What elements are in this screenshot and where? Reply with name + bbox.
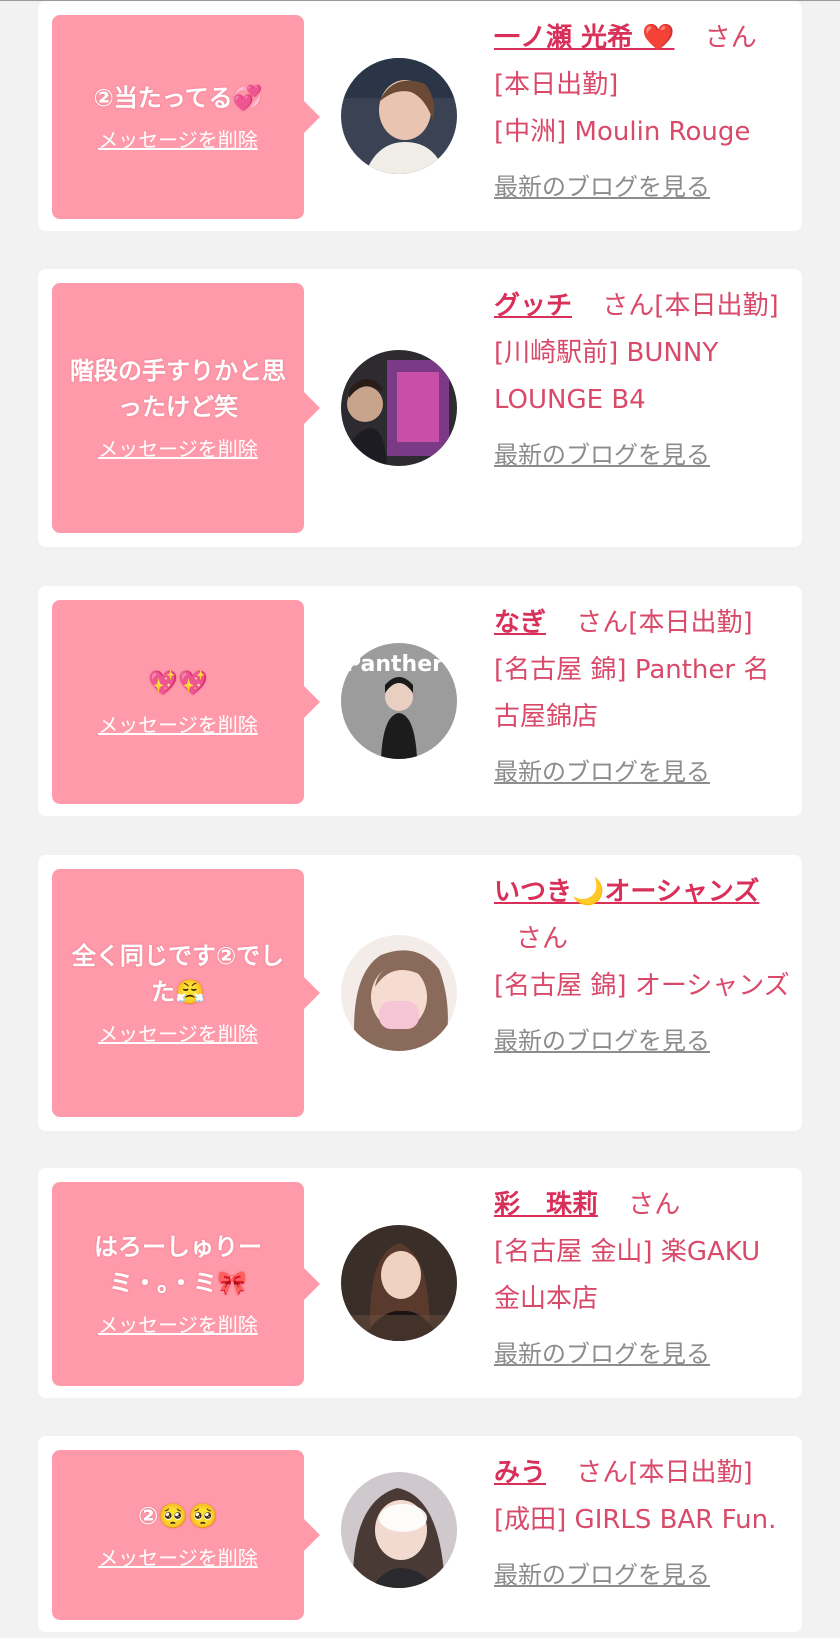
- message-bubble: 💖💖 メッセージを削除: [52, 600, 320, 804]
- profile-photo-icon: [341, 1472, 457, 1588]
- cast-info: いつき🌙オーシャンズ さん [名古屋 錦] オーシャンズ 最新のブログを見る: [494, 869, 794, 1065]
- message-bubble: はろーしゅりーミ・。・ミ🎀 メッセージを削除: [52, 1182, 320, 1386]
- honorific: さん: [704, 23, 757, 53]
- cast-info: 一ノ瀬 光希 ❤️ さん [本日出勤] [中洲] Moulin Rouge 最新…: [494, 15, 794, 211]
- delete-message-link[interactable]: メッセージを削除: [98, 1311, 258, 1339]
- latest-blog-link[interactable]: 最新のブログを見る: [494, 749, 794, 796]
- shop-name: [名古屋 錦] Panther 名古屋錦店: [494, 655, 770, 732]
- attendance-status: [本日出勤]: [494, 70, 619, 100]
- delete-message-link[interactable]: メッセージを削除: [98, 126, 258, 154]
- cast-name-link[interactable]: なぎ: [494, 608, 546, 638]
- shop-name: [中洲] Moulin Rouge: [494, 117, 751, 147]
- message-text: 階段の手すりかと思ったけど笑: [70, 357, 286, 421]
- latest-blog-link[interactable]: 最新のブログを見る: [494, 432, 794, 479]
- honorific: さん: [516, 924, 569, 954]
- delete-message-link[interactable]: メッセージを削除: [98, 1020, 258, 1048]
- delete-message-link[interactable]: メッセージを削除: [98, 1544, 258, 1572]
- cast-info: 彩 珠莉 さん [名古屋 金山] 楽GAKU 金山本店 最新のブログを見る: [494, 1182, 794, 1378]
- shop-name: [成田] GIRLS BAR Fun.: [494, 1505, 777, 1535]
- latest-blog-link[interactable]: 最新のブログを見る: [494, 1331, 794, 1378]
- cast-name-link[interactable]: 一ノ瀬 光希 ❤️: [494, 23, 674, 53]
- avatar[interactable]: [341, 1225, 457, 1341]
- shop-name: [川崎駅前] BUNNY LOUNGE B4: [494, 338, 719, 415]
- latest-blog-link[interactable]: 最新のブログを見る: [494, 1552, 794, 1599]
- profile-photo-icon: [341, 1225, 457, 1341]
- honorific: さん: [576, 608, 629, 638]
- attendance-status: [本日出勤]: [628, 1458, 753, 1488]
- message-bubble: 全く同じです②でした😤 メッセージを削除: [52, 869, 320, 1117]
- shop-name: [名古屋 錦] オーシャンズ: [494, 971, 790, 1001]
- message-bubble: ②当たってる💞 メッセージを削除: [52, 15, 320, 219]
- cast-name-link[interactable]: 彩 珠莉: [494, 1190, 598, 1220]
- message-card: 💖💖 メッセージを削除 Panther なぎ さん[本日出勤] [名古屋 錦] …: [38, 586, 802, 816]
- message-text: はろーしゅりーミ・。・ミ🎀: [94, 1233, 262, 1297]
- profile-photo-icon: Panther: [341, 643, 457, 759]
- delete-message-link[interactable]: メッセージを削除: [98, 711, 258, 739]
- cast-info: グッチ さん[本日出勤] [川崎駅前] BUNNY LOUNGE B4 最新のブ…: [494, 283, 794, 479]
- profile-photo-icon: [341, 935, 457, 1051]
- profile-photo-icon: [341, 58, 457, 174]
- profile-photo-icon: [341, 350, 457, 466]
- message-bubble: 階段の手すりかと思ったけど笑 メッセージを削除: [52, 283, 320, 533]
- honorific: さん: [602, 291, 655, 321]
- message-text: 💖💖: [148, 669, 208, 697]
- honorific: さん: [576, 1458, 629, 1488]
- avatar[interactable]: [341, 935, 457, 1051]
- avatar[interactable]: [341, 1472, 457, 1588]
- shop-name: [名古屋 金山] 楽GAKU 金山本店: [494, 1237, 761, 1314]
- attendance-status: [本日出勤]: [654, 291, 779, 321]
- cast-info: みう さん[本日出勤] [成田] GIRLS BAR Fun. 最新のブログを見…: [494, 1450, 794, 1599]
- message-card: ②当たってる💞 メッセージを削除 一ノ瀬 光希 ❤️ さん [本日出勤] [中洲…: [38, 1, 802, 231]
- avatar-watermark-text: Panther: [345, 652, 443, 677]
- cast-name-link[interactable]: グッチ: [494, 291, 572, 321]
- latest-blog-link[interactable]: 最新のブログを見る: [494, 164, 794, 211]
- attendance-status: [本日出勤]: [628, 608, 753, 638]
- delete-message-link[interactable]: メッセージを削除: [98, 435, 258, 463]
- message-text: ②🥺🥺: [137, 1502, 219, 1530]
- message-text: ②当たってる💞: [93, 84, 263, 112]
- cast-info: なぎ さん[本日出勤] [名古屋 錦] Panther 名古屋錦店 最新のブログ…: [494, 600, 794, 796]
- message-card: ②🥺🥺 メッセージを削除 みう さん[本日出勤] [成田] GIRLS BAR …: [38, 1436, 802, 1632]
- cast-name-link[interactable]: みう: [494, 1458, 546, 1488]
- message-card: 全く同じです②でした😤 メッセージを削除 いつき🌙オーシャンズ さん [名古屋 …: [38, 855, 802, 1131]
- avatar[interactable]: [341, 58, 457, 174]
- latest-blog-link[interactable]: 最新のブログを見る: [494, 1018, 794, 1065]
- honorific: さん: [628, 1190, 681, 1220]
- cast-name-link[interactable]: いつき🌙オーシャンズ: [494, 877, 759, 907]
- message-bubble: ②🥺🥺 メッセージを削除: [52, 1450, 320, 1620]
- avatar[interactable]: Panther: [341, 643, 457, 759]
- message-card: はろーしゅりーミ・。・ミ🎀 メッセージを削除 彩 珠莉 さん [名古屋 金山] …: [38, 1168, 802, 1398]
- avatar[interactable]: [341, 350, 457, 466]
- message-text: 全く同じです②でした😤: [71, 942, 285, 1006]
- message-card: 階段の手すりかと思ったけど笑 メッセージを削除 グッチ さん[本日出勤] [川崎…: [38, 269, 802, 547]
